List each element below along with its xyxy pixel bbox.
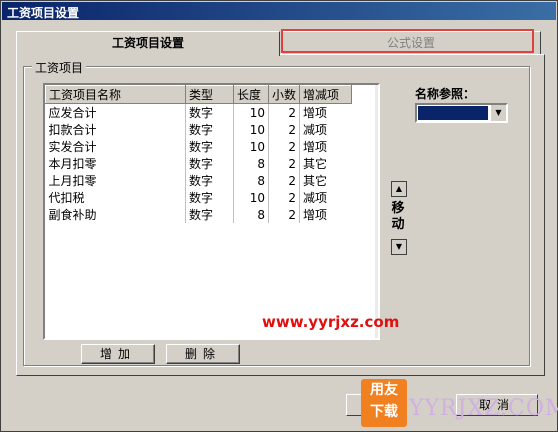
- triangle-down-icon: ▼: [395, 242, 403, 251]
- cell-type: 数字: [185, 138, 234, 155]
- table-row[interactable]: 本月扣零 数字 8 2 其它: [46, 155, 352, 172]
- table-row[interactable]: 上月扣零 数字 8 2 其它: [46, 172, 352, 189]
- cell-name: 实发合计: [48, 140, 97, 154]
- tab-highlight-box: [281, 29, 534, 53]
- cell-inc-dec: 其它: [299, 155, 352, 172]
- move-up-button[interactable]: ▲: [391, 181, 407, 197]
- column-header-increase-decrease[interactable]: 增减项: [299, 85, 352, 104]
- title-bar: 工资项目设置: [2, 2, 556, 20]
- window-title: 工资项目设置: [7, 6, 80, 20]
- cell-name: 本月扣零: [48, 157, 97, 171]
- list-scrollbar[interactable]: [375, 85, 378, 338]
- watermark-url: www.yyrjxz.com: [262, 313, 400, 331]
- cell-type: 数字: [185, 206, 234, 223]
- cell-type: 数字: [185, 172, 234, 189]
- cell-inc-dec: 其它: [299, 172, 352, 189]
- cell-name: 上月扣零: [48, 174, 97, 188]
- tab-salary-items[interactable]: 工资项目设置: [16, 31, 280, 56]
- watermark-logo-text: YYRJXZ.COM: [409, 396, 558, 421]
- cell-inc-dec: 增项: [299, 103, 352, 121]
- logo-top-text: 用友: [370, 382, 398, 398]
- cell-name: 副食补助: [48, 208, 97, 222]
- table-row[interactable]: 应发合计 数字 10 2 增项: [46, 103, 352, 121]
- cell-name: 扣款合计: [48, 123, 97, 137]
- table-header-row: 工资项目名称 类型 长度 小数 增减项: [45, 85, 352, 104]
- table-row[interactable]: 代扣税 数字 10 2 减项: [46, 189, 352, 206]
- table-row[interactable]: 实发合计 数字 10 2 增项: [46, 138, 352, 155]
- cell-length: 10: [233, 121, 269, 138]
- add-button[interactable]: 增加: [81, 344, 155, 364]
- name-reference-label: 名称参照：: [415, 87, 476, 101]
- group-legend: 工资项目: [32, 59, 87, 76]
- cell-decimals: 2: [268, 103, 300, 121]
- cell-decimals: 2: [268, 206, 300, 223]
- cell-type: 数字: [185, 121, 234, 138]
- cell-inc-dec: 增项: [299, 138, 352, 155]
- cell-length: 10: [233, 189, 269, 206]
- cell-decimals: 2: [268, 172, 300, 189]
- column-header-type[interactable]: 类型: [185, 85, 234, 104]
- cell-inc-dec: 减项: [299, 121, 352, 138]
- column-header-name[interactable]: 工资项目名称: [45, 85, 186, 104]
- cell-inc-dec: 增项: [299, 206, 352, 223]
- column-header-decimals[interactable]: 小数: [268, 85, 300, 104]
- name-reference-value: [418, 106, 488, 120]
- cell-length: 8: [233, 206, 269, 223]
- table-row[interactable]: 扣款合计 数字 10 2 减项: [46, 121, 352, 138]
- triangle-up-icon: ▲: [395, 184, 403, 193]
- column-header-length[interactable]: 长度: [233, 85, 269, 104]
- salary-items-table: 工资项目名称 类型 长度 小数 增减项 应发合计 数字 10 2 增项 扣款合计: [45, 85, 352, 223]
- move-label: 移动: [391, 201, 405, 232]
- cell-length: 8: [233, 155, 269, 172]
- table-row[interactable]: 副食补助 数字 8 2 增项: [46, 206, 352, 223]
- logo-bottom-text: 下载: [370, 404, 398, 420]
- cell-decimals: 2: [268, 121, 300, 138]
- cell-type: 数字: [185, 103, 234, 121]
- cell-type: 数字: [185, 189, 234, 206]
- cell-decimals: 2: [268, 138, 300, 155]
- cell-type: 数字: [185, 155, 234, 172]
- cell-inc-dec: 减项: [299, 189, 352, 206]
- delete-button[interactable]: 删除: [166, 344, 240, 364]
- salary-items-list[interactable]: 工资项目名称 类型 长度 小数 增减项 应发合计 数字 10 2 增项 扣款合计: [43, 83, 380, 340]
- cell-decimals: 2: [268, 155, 300, 172]
- dialog-window: 工资项目设置 工资项目设置 公式设置 工资项目 工资项目名称 类型 长度 小数 …: [0, 0, 558, 432]
- cell-name: 应发合计: [48, 106, 97, 120]
- cell-name: 代扣税: [48, 191, 85, 205]
- cell-decimals: 2: [268, 189, 300, 206]
- watermark-logo: 用友 下载: [361, 379, 407, 427]
- cell-length: 10: [233, 103, 269, 121]
- move-down-button[interactable]: ▼: [391, 239, 407, 255]
- cell-length: 8: [233, 172, 269, 189]
- chevron-down-icon[interactable]: ▼: [490, 105, 506, 121]
- cell-length: 10: [233, 138, 269, 155]
- name-reference-select[interactable]: ▼: [415, 103, 508, 123]
